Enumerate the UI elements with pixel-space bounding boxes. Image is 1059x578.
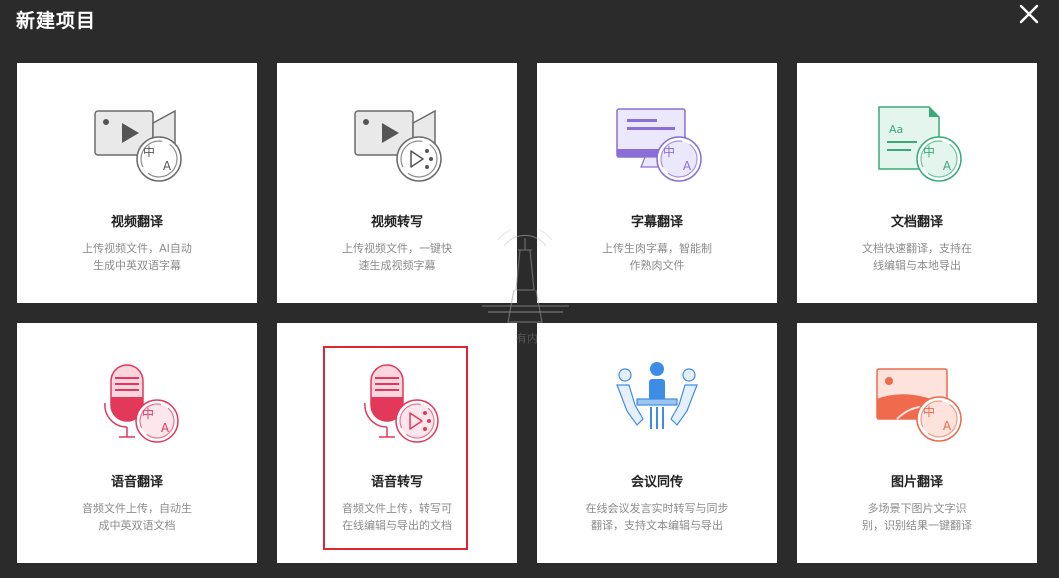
glyph-zh: 中 [143, 144, 155, 159]
meeting-interpret-icon [607, 359, 707, 449]
glyph-a: A [163, 159, 172, 173]
card-subtitle-translate[interactable]: 中 A 字幕翻译 上传生肉字幕，智能制 作熟肉文件 [537, 63, 777, 303]
image-translate-icon: 中 A [867, 359, 967, 449]
card-description: 文档快速翻译，支持在 线编辑与本地导出 [862, 242, 972, 272]
card-description: 音频文件上传，自动生 成中英双语文档 [82, 502, 192, 532]
card-description: 上传视频文件，AI自动 生成中英双语字幕 [82, 242, 192, 272]
glyph-a: A [943, 159, 952, 173]
card-title: 语音翻译 [110, 475, 163, 490]
card-title: 会议同传 [630, 475, 683, 490]
card-title: 字幕翻译 [630, 215, 683, 230]
glyph-a: A [161, 421, 170, 435]
card-video-transcribe[interactable]: 视频转写 上传视频文件，一键快 速生成视频字幕 [277, 63, 517, 303]
card-document-translate[interactable]: Aa 中 A 文档翻译 文档快速翻译，支持在 线编辑与本地导出 [797, 63, 1037, 303]
card-video-translate[interactable]: 中 A 视频翻译 上传视频文件，AI自动 生成中英双语字幕 [17, 63, 257, 303]
close-button[interactable] [1017, 2, 1041, 26]
card-title: 图片翻译 [890, 475, 943, 490]
glyph-a: A [943, 419, 952, 433]
glyph-zh: 中 [142, 406, 154, 421]
audio-transcribe-icon [347, 359, 447, 449]
video-transcribe-icon [347, 99, 447, 189]
glyph-a: A [683, 159, 692, 173]
card-audio-translate[interactable]: 中 A 语音翻译 音频文件上传，自动生 成中英双语文档 [17, 323, 257, 563]
card-description: 上传生肉字幕，智能制 作熟肉文件 [602, 242, 712, 272]
glyph-aa: Aa [889, 123, 903, 136]
card-description: 音频文件上传，转写可 在线编辑与导出的文档 [342, 502, 452, 532]
video-translate-icon: 中 A [87, 99, 187, 189]
card-title: 视频翻译 [110, 215, 163, 230]
card-title: 语音转写 [370, 475, 423, 490]
card-audio-transcribe[interactable]: 语音转写 音频文件上传，转写可 在线编辑与导出的文档 [277, 323, 517, 563]
audio-translate-icon: 中 A [87, 359, 187, 449]
project-type-grid: 中 A 视频翻译 上传视频文件，AI自动 生成中英双语字幕 视频转写 上传视频文… [17, 63, 1037, 563]
card-description: 多场景下图片文字识 别，识别结果一键翻译 [862, 502, 972, 532]
glyph-zh: 中 [923, 144, 935, 159]
card-description: 在线会议发言实时转写与同步 翻译，支持文本编辑与导出 [585, 502, 729, 532]
card-image-translate[interactable]: 中 A 图片翻译 多场景下图片文字识 别，识别结果一键翻译 [797, 323, 1037, 563]
close-icon [1019, 4, 1039, 24]
glyph-zh: 中 [923, 404, 935, 419]
card-title: 文档翻译 [890, 215, 943, 230]
subtitle-translate-icon: 中 A [607, 99, 707, 189]
card-meeting-interpret[interactable]: 会议同传 在线会议发言实时转写与同步 翻译，支持文本编辑与导出 [537, 323, 777, 563]
glyph-zh: 中 [663, 144, 675, 159]
document-translate-icon: Aa 中 A [867, 99, 967, 189]
card-title: 视频转写 [370, 215, 423, 230]
card-description: 上传视频文件，一键快 速生成视频字幕 [342, 242, 452, 272]
dialog-title: 新建项目 [16, 10, 97, 32]
